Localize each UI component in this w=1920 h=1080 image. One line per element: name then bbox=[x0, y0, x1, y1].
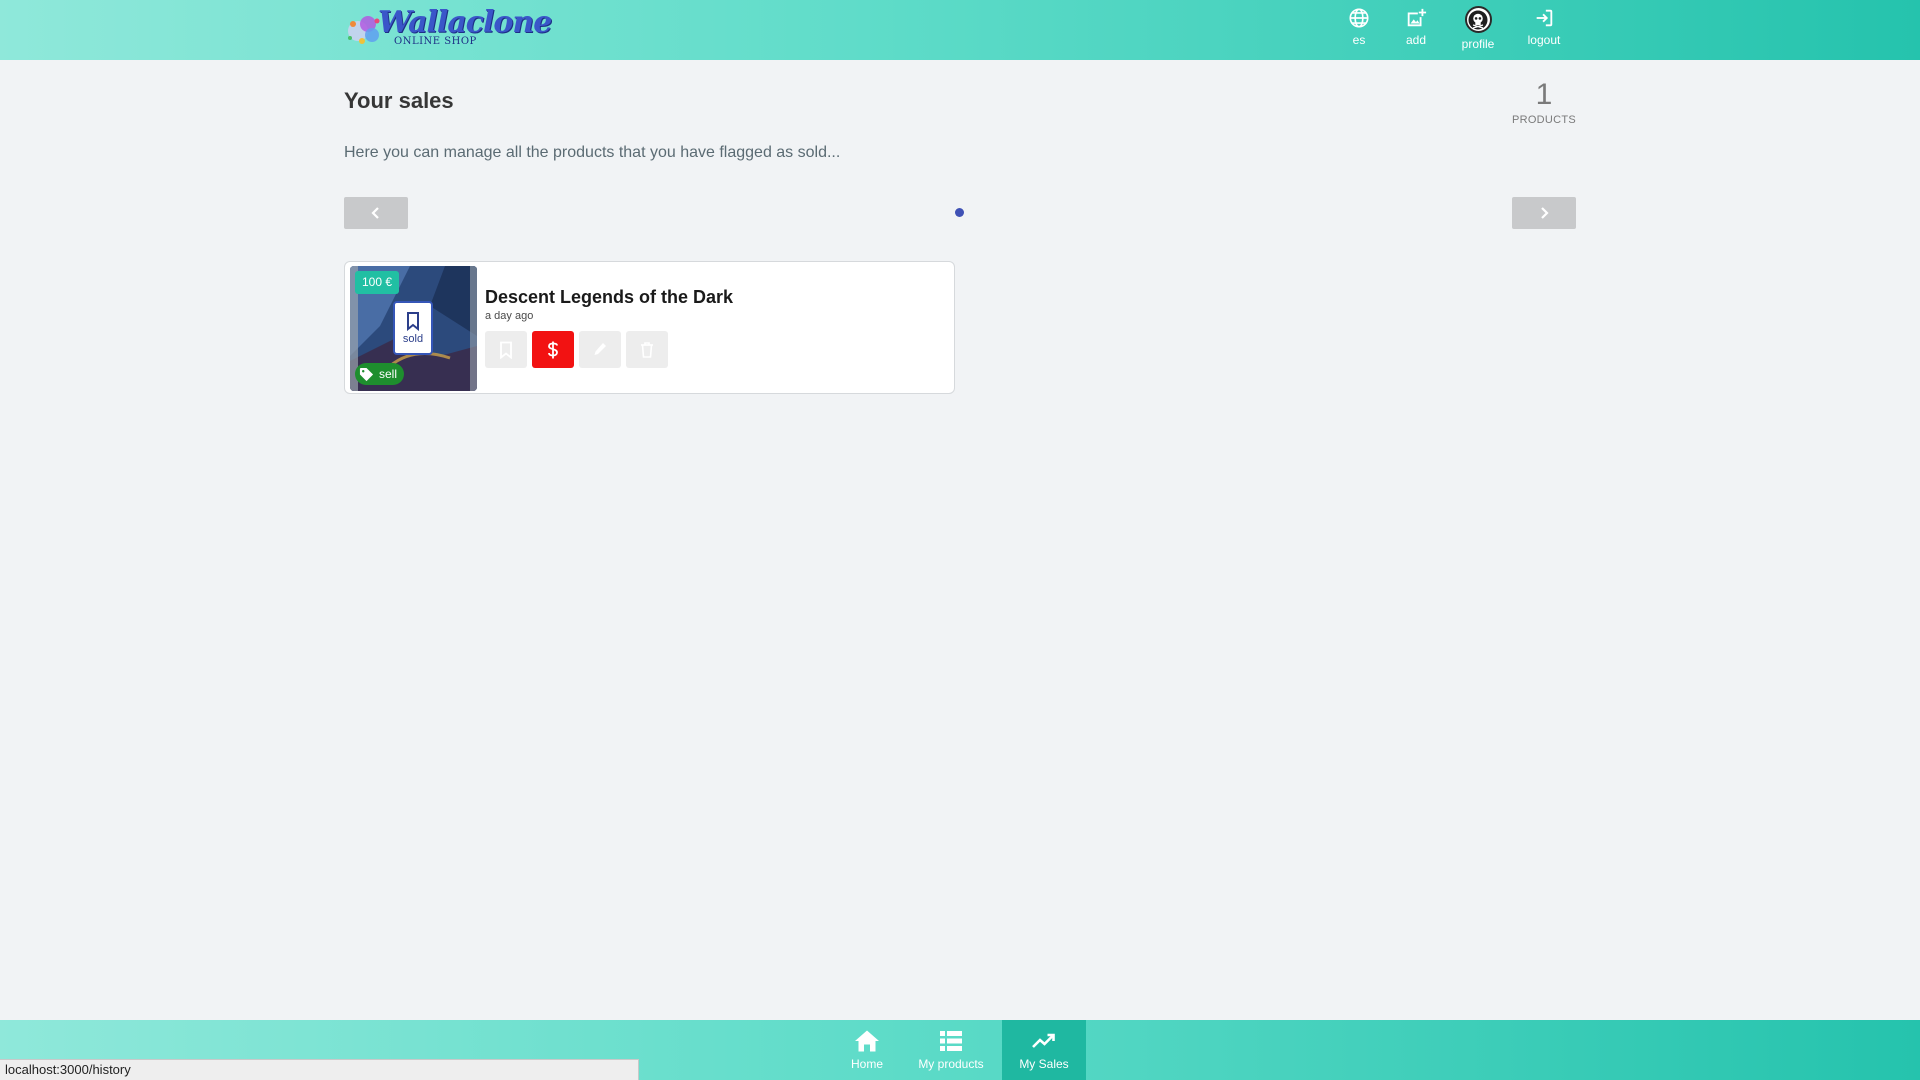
list-icon bbox=[940, 1031, 962, 1051]
products-count-label: PRODUCTS bbox=[1511, 114, 1577, 126]
nav-language[interactable]: es bbox=[1344, 7, 1374, 53]
chevron-left-icon bbox=[371, 207, 379, 219]
page-title: Your sales bbox=[344, 88, 454, 113]
chevron-right-icon bbox=[1541, 207, 1549, 219]
bottom-nav-my-sales-label: My Sales bbox=[1019, 1057, 1069, 1071]
products-count-value: 1 bbox=[1535, 78, 1553, 111]
add-image-icon bbox=[1407, 8, 1427, 27]
product-title[interactable]: Descent Legends of the Dark bbox=[485, 287, 733, 308]
next-page-button[interactable] bbox=[1512, 197, 1576, 229]
sell-tag: sell bbox=[355, 363, 405, 385]
page-subtitle: Here you can manage all the products tha… bbox=[344, 144, 841, 161]
globe-icon bbox=[1349, 8, 1369, 28]
sell-tag-label: sell bbox=[379, 367, 398, 381]
skull-icon bbox=[1468, 10, 1488, 29]
nav-add-label: add bbox=[1405, 33, 1427, 47]
nav-add[interactable]: add bbox=[1401, 7, 1431, 53]
logo-text: Wallaclone bbox=[378, 5, 552, 40]
bookmark-icon bbox=[407, 312, 419, 331]
bottom-nav-my-sales[interactable]: My Sales bbox=[1002, 1020, 1086, 1080]
delete-button[interactable] bbox=[626, 331, 668, 368]
sold-label: sold bbox=[402, 333, 424, 345]
nav-logout[interactable]: logout bbox=[1524, 7, 1564, 53]
price-tag: 100 € bbox=[355, 271, 400, 294]
nav-language-label: es bbox=[1352, 33, 1366, 47]
home-icon bbox=[855, 1030, 879, 1052]
top-navbar: Wallaclone ONLINE SHOP es add profile lo… bbox=[0, 0, 1920, 60]
nav-logout-label: logout bbox=[1527, 33, 1561, 47]
product-image[interactable]: 100 € sold sell bbox=[350, 266, 477, 391]
pagination-dot[interactable] bbox=[955, 208, 964, 217]
bottom-nav-home-label: Home bbox=[850, 1057, 883, 1071]
bottom-nav-my-products[interactable]: My products bbox=[911, 1020, 991, 1080]
site-logo[interactable]: Wallaclone ONLINE SHOP bbox=[344, 5, 552, 51]
browser-status-url: localhost:3000/history bbox=[0, 1059, 639, 1080]
tag-icon bbox=[359, 367, 374, 381]
nav-profile[interactable]: profile bbox=[1455, 6, 1501, 52]
bookmark-icon bbox=[500, 341, 512, 359]
bottom-nav-my-products-label: My products bbox=[918, 1057, 984, 1071]
nav-profile-label: profile bbox=[1461, 37, 1495, 51]
bottom-nav-home[interactable]: Home bbox=[843, 1020, 891, 1080]
pencil-icon bbox=[594, 342, 606, 355]
avatar bbox=[1464, 6, 1492, 33]
previous-page-button[interactable] bbox=[344, 197, 408, 229]
logo-subtext: ONLINE SHOP bbox=[394, 36, 477, 47]
sold-button[interactable] bbox=[532, 331, 574, 368]
trend-icon bbox=[1032, 1033, 1055, 1048]
products-count: 1 PRODUCTS bbox=[1500, 78, 1588, 126]
trash-icon bbox=[641, 341, 653, 358]
reserve-button[interactable] bbox=[485, 331, 527, 368]
sold-badge: sold bbox=[393, 301, 433, 355]
logout-icon bbox=[1536, 9, 1553, 27]
product-card[interactable]: 100 € sold sell Descent Legends of the D… bbox=[344, 261, 955, 394]
edit-button[interactable] bbox=[579, 331, 621, 368]
product-time: a day ago bbox=[485, 310, 534, 322]
dollar-icon bbox=[548, 341, 558, 358]
